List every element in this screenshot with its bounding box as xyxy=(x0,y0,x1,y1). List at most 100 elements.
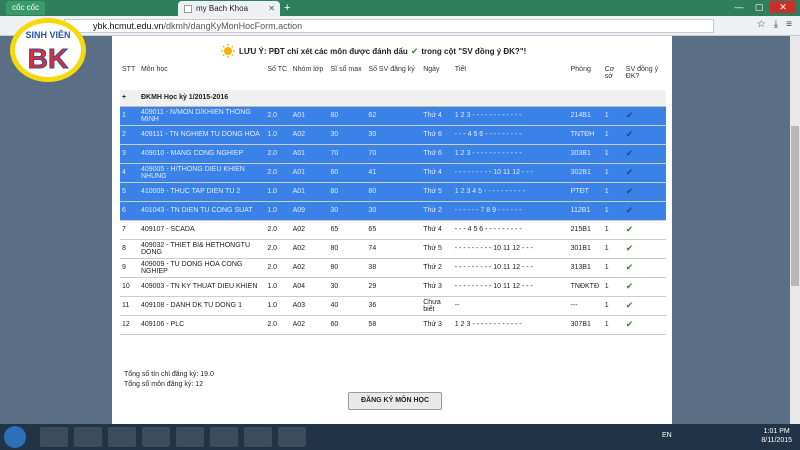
expand-icon[interactable]: + xyxy=(120,90,139,107)
row-agree[interactable]: ✔ xyxy=(623,163,666,183)
svg-text:BK: BK xyxy=(28,43,68,74)
clock[interactable]: 1:01 PM 8/11/2015 xyxy=(761,427,792,445)
table-row[interactable]: 7 409107 - SCADA 2.0 A02 65 65 Thứ 4- - - 4 5 … xyxy=(120,220,666,240)
row-stt: 2 xyxy=(120,125,139,145)
scrollbar-thumb[interactable] xyxy=(791,126,799,286)
row-course: 409009 - TU DONG HOA CONG NGHIEP xyxy=(138,258,266,278)
window-controls: — ▢ ✕ xyxy=(730,1,796,13)
clock-date: 8/11/2015 xyxy=(761,437,792,444)
row-agree[interactable]: ✔ xyxy=(623,315,666,335)
row-period: -- xyxy=(452,296,569,316)
row-credits: 2.0 xyxy=(265,315,291,335)
row-day: Chưa biết xyxy=(421,296,453,316)
row-room: TNTĐH xyxy=(568,125,603,145)
row-period: - - - 4 5 6 - - - - - - - - - xyxy=(452,220,569,240)
row-group: A02 xyxy=(290,125,329,145)
semester-row[interactable]: + ĐKMH Học kỳ 1/2015-2016 xyxy=(120,90,666,107)
minimize-button[interactable]: — xyxy=(730,1,748,13)
row-campus: 1 xyxy=(602,220,624,240)
chrome-icon[interactable] xyxy=(142,427,170,447)
row-period: 1 2 3 - - - - - - - - - - - - xyxy=(452,144,569,164)
row-agree[interactable]: ✔ xyxy=(623,182,666,202)
table-row[interactable]: 6 401043 - TN DIEN TU CONG SUAT 1.0 A09 30 30… xyxy=(120,201,666,221)
ie-icon[interactable] xyxy=(40,427,68,447)
new-tab-button[interactable]: + xyxy=(284,1,290,15)
row-agree[interactable]: ✔ xyxy=(623,144,666,164)
table-row[interactable]: 8 409032 - THIET BI& HETHONGTU DONG 2.0 A02… xyxy=(120,239,666,259)
table-row[interactable]: 9 409009 - TU DONG HOA CONG NGHIEP 2.0 A02 8… xyxy=(120,258,666,278)
row-agree[interactable]: ✔ xyxy=(623,106,666,126)
row-campus: 1 xyxy=(602,201,624,221)
row-campus: 1 xyxy=(602,258,624,278)
browser-tab[interactable]: my Bach Khoa ✕ xyxy=(178,1,280,16)
table-row[interactable]: 4 409005 - H/THONG DIEU KHIEN NHUNG 2.0 A01… xyxy=(120,163,666,183)
semester-label: ĐKMH Học kỳ 1/2015-2016 xyxy=(138,90,666,107)
menu-icon[interactable]: ≡ xyxy=(786,19,792,30)
maximize-button[interactable]: ▢ xyxy=(750,1,768,13)
row-course: 409111 - TN NGHIEM TU DONG HOA xyxy=(138,125,266,145)
toolbar-icons: ☆ ⤓ ≡ xyxy=(757,19,792,30)
row-campus: 1 xyxy=(602,315,624,335)
media-icon[interactable] xyxy=(108,427,136,447)
row-registered: 30 xyxy=(366,201,422,221)
language-indicator[interactable]: EN xyxy=(662,432,672,439)
row-agree[interactable]: ✔ xyxy=(623,277,666,297)
row-day: Thứ 2 xyxy=(421,258,453,278)
row-course: 409032 - THIET BI& HETHONGTU DONG xyxy=(138,239,266,259)
notice-banner: LƯU Ý: PĐT chỉ xét các môn được đánh dấu… xyxy=(220,44,526,58)
sinh-vien-bk-logo: SINH VIÊN BK xyxy=(10,18,86,82)
row-credits: 2.0 xyxy=(265,106,291,126)
svg-text:SINH VIÊN: SINH VIÊN xyxy=(25,29,70,40)
registration-page: LƯU Ý: PĐT chỉ xét các môn được đánh dấu… xyxy=(112,36,672,424)
table-row[interactable]: 2 409111 - TN NGHIEM TU DONG HOA 1.0 A02 30 3… xyxy=(120,125,666,145)
row-stt: 12 xyxy=(120,315,139,335)
row-stt: 10 xyxy=(120,277,139,297)
table-row[interactable]: 5 410009 - THUC TAP DIEN TU 2 1.0 A01 80 80 Th… xyxy=(120,182,666,202)
row-agree[interactable]: ✔ xyxy=(623,258,666,278)
header-agree: SV đồng ý ĐK? xyxy=(625,66,659,80)
row-group: A02 xyxy=(290,220,329,240)
row-agree[interactable]: ✔ xyxy=(623,125,666,145)
window-close-button[interactable]: ✕ xyxy=(770,1,796,13)
page-scrollbar[interactable] xyxy=(790,36,800,424)
course-table: STT Môn học Số TC Nhóm lớp Sĩ số max Số … xyxy=(120,64,666,335)
row-agree[interactable]: ✔ xyxy=(623,296,666,316)
download-icon[interactable]: ⤓ xyxy=(774,19,778,30)
camtasia-icon[interactable] xyxy=(244,427,272,447)
explorer-icon[interactable] xyxy=(74,427,102,447)
row-course: 401043 - TN DIEN TU CONG SUAT xyxy=(138,201,266,221)
row-credits: 1.0 xyxy=(265,296,291,316)
row-group: A01 xyxy=(290,144,329,164)
register-courses-button[interactable]: ĐĂNG KÝ MÔN HỌC xyxy=(348,392,442,410)
table-row[interactable]: 3 409010 - MANG CONG NGHIEP 2.0 A01 70 70 Thứ … xyxy=(120,144,666,164)
url-input[interactable]: ybk.hcmut.edu.vn/dkmh/dangKyMonHocForm.a… xyxy=(64,19,714,33)
check-icon: ✔ xyxy=(410,45,419,56)
table-row[interactable]: 10 409003 - TN KY THUAT DIEU KHIEN 1.0 A04 3… xyxy=(120,277,666,297)
row-day: Thứ 4 xyxy=(421,163,453,183)
row-agree[interactable]: ✔ xyxy=(623,220,666,240)
header-period: Tiết xyxy=(454,66,467,73)
row-course: 409005 - H/THONG DIEU KHIEN NHUNG xyxy=(138,163,266,183)
coccoc-icon[interactable] xyxy=(210,427,238,447)
app-icon[interactable] xyxy=(176,427,204,447)
row-course: 409011 - N/MON D/KHIEN THONG MINH xyxy=(138,106,266,126)
row-room: 215B1 xyxy=(568,220,603,240)
row-credits: 1.0 xyxy=(265,201,291,221)
tab-close-icon[interactable]: ✕ xyxy=(268,1,275,16)
table-row[interactable]: 1 409011 - N/MON D/KHIEN THONG MINH 2.0 A01… xyxy=(120,106,666,126)
star-icon[interactable]: ☆ xyxy=(757,19,766,30)
header-registered: Số SV đăng ký xyxy=(368,66,415,73)
table-row[interactable]: 12 409106 - PLC 2.0 A02 60 58 Thứ 31 2 3 - - -… xyxy=(120,315,666,335)
table-row[interactable]: 11 409108 - DANH DK TU DONG 1 1.0 A03 40 36 Ch… xyxy=(120,296,666,316)
row-agree[interactable]: ✔ xyxy=(623,239,666,259)
taskbar: EN 1:01 PM 8/11/2015 xyxy=(0,424,800,450)
row-max: 65 xyxy=(328,220,367,240)
row-room: --- xyxy=(568,296,603,316)
browser-menu-button[interactable]: cốc cốc xyxy=(6,1,46,15)
row-course: 409107 - SCADA xyxy=(138,220,266,240)
row-agree[interactable]: ✔ xyxy=(623,201,666,221)
camtasia-recorder-icon[interactable] xyxy=(278,427,306,447)
start-button[interactable] xyxy=(4,426,26,448)
row-day: Thứ 4 xyxy=(421,106,453,126)
row-registered: 30 xyxy=(366,125,422,145)
